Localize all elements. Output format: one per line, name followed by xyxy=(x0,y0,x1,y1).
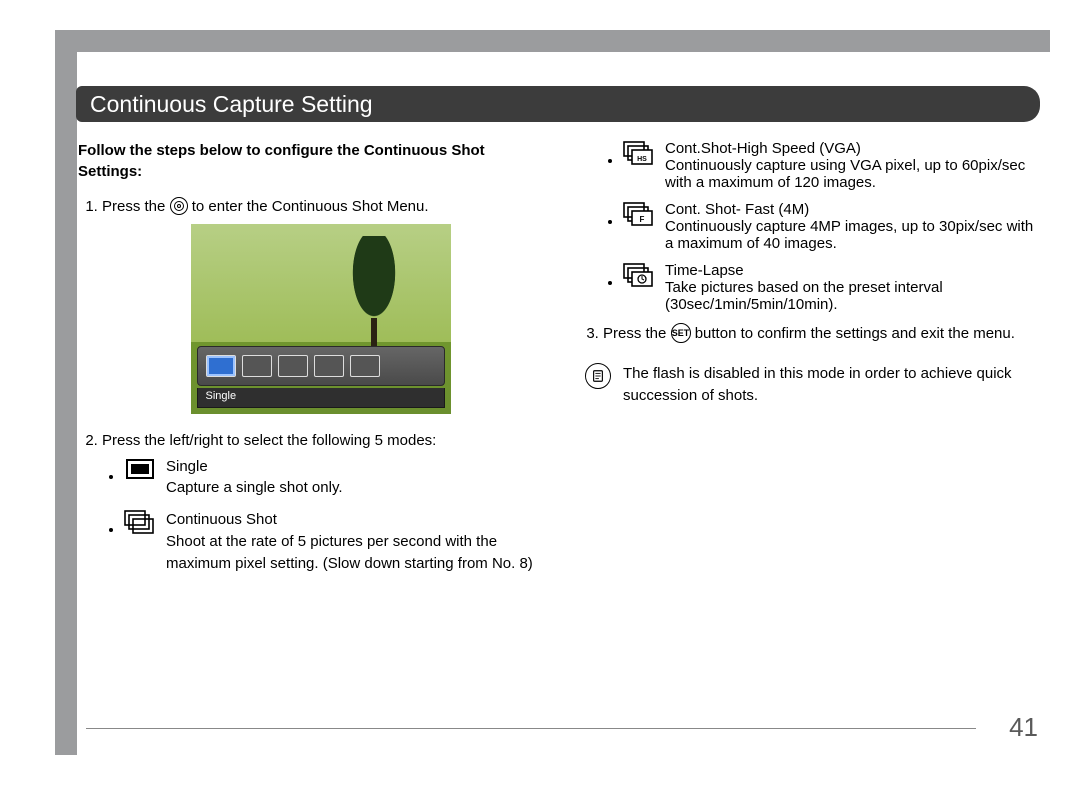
high-speed-icon: HS xyxy=(623,141,655,165)
steps-list-left: Press the to enter the Continuous Shot M… xyxy=(78,196,539,574)
mode-timelapse: Time-Lapse Take pictures based on the pr… xyxy=(623,262,1040,313)
note: The flash is disabled in this mode in or… xyxy=(579,363,1040,407)
menu-item-hs xyxy=(278,355,308,377)
set-button-icon: SET xyxy=(671,323,691,343)
page-frame-top xyxy=(55,30,1050,52)
step3-text-a: Press the xyxy=(603,325,671,342)
svg-text:HS: HS xyxy=(637,156,647,163)
continuous-icon xyxy=(124,510,156,534)
mode-hs: HS Cont.Shot-High Speed (VGA) Continuous… xyxy=(623,140,1040,191)
step3-text-b: button to confirm the settings and exit … xyxy=(695,325,1015,342)
intro-text: Follow the steps below to configure the … xyxy=(78,140,539,182)
mode-tl-name: Time-Lapse xyxy=(665,262,1040,279)
mode-single-name: Single xyxy=(166,456,539,478)
mode-fast-desc: Continuously capture 4MP images, up to 3… xyxy=(665,218,1033,252)
note-text: The flash is disabled in this mode in or… xyxy=(623,363,1040,407)
screenshot-label: Single xyxy=(197,388,445,408)
mode-fast: F Cont. Shot- Fast (4M) Continuously cap… xyxy=(623,201,1040,252)
screenshot-menu xyxy=(197,346,445,386)
camera-screenshot: Single xyxy=(191,224,451,414)
menu-item-cont xyxy=(242,355,272,377)
screenshot-sky xyxy=(191,224,451,342)
note-icon xyxy=(585,363,611,389)
step-2: Press the left/right to select the follo… xyxy=(102,430,539,575)
mode-hs-desc: Continuously capture using VGA pixel, up… xyxy=(665,157,1025,191)
column-left: Follow the steps below to configure the … xyxy=(78,140,539,586)
svg-text:F: F xyxy=(640,215,645,224)
section-title: Continuous Capture Setting xyxy=(76,86,1040,122)
modes-list-right: HS Cont.Shot-High Speed (VGA) Continuous… xyxy=(579,140,1040,313)
menu-item-fast xyxy=(314,355,344,377)
step-1: Press the to enter the Continuous Shot M… xyxy=(102,196,539,414)
mode-cont-desc: Shoot at the rate of 5 pictures per seco… xyxy=(166,533,533,572)
page-frame-left xyxy=(55,30,77,755)
mode-cont-name: Continuous Shot xyxy=(166,509,539,531)
mode-hs-name: Cont.Shot-High Speed (VGA) xyxy=(665,140,1040,157)
step2-text: Press the left/right to select the follo… xyxy=(102,432,436,449)
step1-text-b: to enter the Continuous Shot Menu. xyxy=(192,198,429,215)
footer-rule xyxy=(86,728,976,729)
fast-icon: F xyxy=(623,202,655,226)
timelapse-icon xyxy=(623,263,655,287)
modes-list-left: Single Capture a single shot only. Conti… xyxy=(102,456,539,575)
column-right: HS Cont.Shot-High Speed (VGA) Continuous… xyxy=(579,140,1040,586)
step-3: Press the SET button to confirm the sett… xyxy=(603,323,1040,345)
mode-continuous: Continuous Shot Shoot at the rate of 5 p… xyxy=(124,509,539,574)
mode-single-desc: Capture a single shot only. xyxy=(166,479,343,496)
continuous-shot-button-icon xyxy=(170,197,188,215)
menu-item-single xyxy=(206,355,236,377)
mode-fast-name: Cont. Shot- Fast (4M) xyxy=(665,201,1040,218)
mode-single: Single Capture a single shot only. xyxy=(124,456,539,500)
mode-tl-desc: Take pictures based on the preset interv… xyxy=(665,279,943,313)
menu-item-tl xyxy=(350,355,380,377)
screenshot-tree xyxy=(347,236,401,328)
step1-text-a: Press the xyxy=(102,198,170,215)
steps-list-right: Press the SET button to confirm the sett… xyxy=(579,323,1040,345)
content-columns: Follow the steps below to configure the … xyxy=(78,140,1040,586)
page-number: 41 xyxy=(1009,712,1038,743)
single-icon xyxy=(124,457,156,481)
